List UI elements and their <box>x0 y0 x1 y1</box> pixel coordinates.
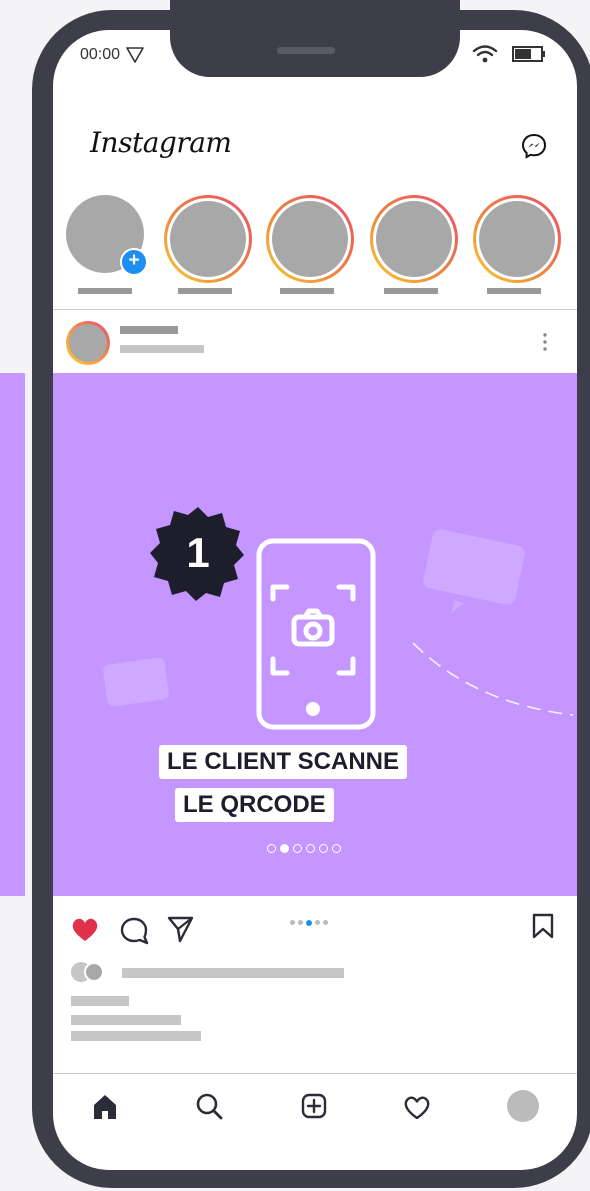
caption-text-placeholder <box>71 1015 181 1025</box>
heart-icon[interactable] <box>71 917 99 943</box>
messenger-icon[interactable] <box>521 133 547 159</box>
step-number: 1 <box>186 529 209 576</box>
instagram-logo: Instagram <box>90 126 232 159</box>
post-image[interactable]: 1 LE CLIENT SCANNE LE QRCODE <box>53 373 577 896</box>
home-icon[interactable] <box>92 1093 118 1121</box>
profile-avatar[interactable] <box>507 1090 539 1122</box>
heart-bubble-icon <box>423 529 525 613</box>
image-slide-indicator <box>267 844 341 853</box>
post-author-avatar[interactable] <box>66 321 110 365</box>
slide-dot <box>293 844 302 853</box>
slide-dot <box>332 844 341 853</box>
step-badge: 1 <box>150 507 244 601</box>
search-icon[interactable] <box>195 1092 223 1120</box>
status-time: 00:00 <box>80 46 144 64</box>
phone-scan-icon <box>256 538 376 730</box>
slide-dot-active <box>280 844 289 853</box>
post-username-placeholder[interactable] <box>120 326 178 334</box>
slide-dot <box>306 844 315 853</box>
slide-dot <box>267 844 276 853</box>
activity-heart-icon[interactable] <box>403 1095 431 1121</box>
slide-dot <box>319 844 328 853</box>
heart-bubble-icon <box>103 657 169 707</box>
speaker-grille <box>277 47 335 54</box>
comments-text-placeholder <box>71 1031 201 1041</box>
status-indicators <box>472 44 546 64</box>
status-time-text: 00:00 <box>80 46 121 63</box>
carousel-indicator <box>290 920 328 926</box>
caption-line-2: LE QRCODE <box>175 788 334 822</box>
battery-icon <box>512 46 545 62</box>
post-location-placeholder <box>120 345 204 353</box>
share-icon[interactable] <box>166 915 194 943</box>
stories-divider <box>53 309 577 310</box>
bookmark-icon[interactable] <box>531 912 555 940</box>
story-name-placeholder <box>78 288 132 294</box>
nav-divider <box>53 1073 577 1074</box>
location-arrow-icon <box>126 47 144 63</box>
caption-line-1: LE CLIENT SCANNE <box>159 745 408 779</box>
add-post-icon[interactable] <box>301 1093 327 1119</box>
comment-icon[interactable] <box>120 917 150 945</box>
phone-notch <box>170 0 460 77</box>
add-story-icon[interactable]: + <box>120 248 148 276</box>
liked-by-avatars[interactable] <box>71 962 109 982</box>
caption-author-placeholder <box>71 996 129 1006</box>
likes-text-placeholder <box>122 968 344 978</box>
previous-slide-edge <box>0 373 25 896</box>
wifi-icon <box>472 45 498 63</box>
more-options-icon[interactable] <box>540 332 550 354</box>
